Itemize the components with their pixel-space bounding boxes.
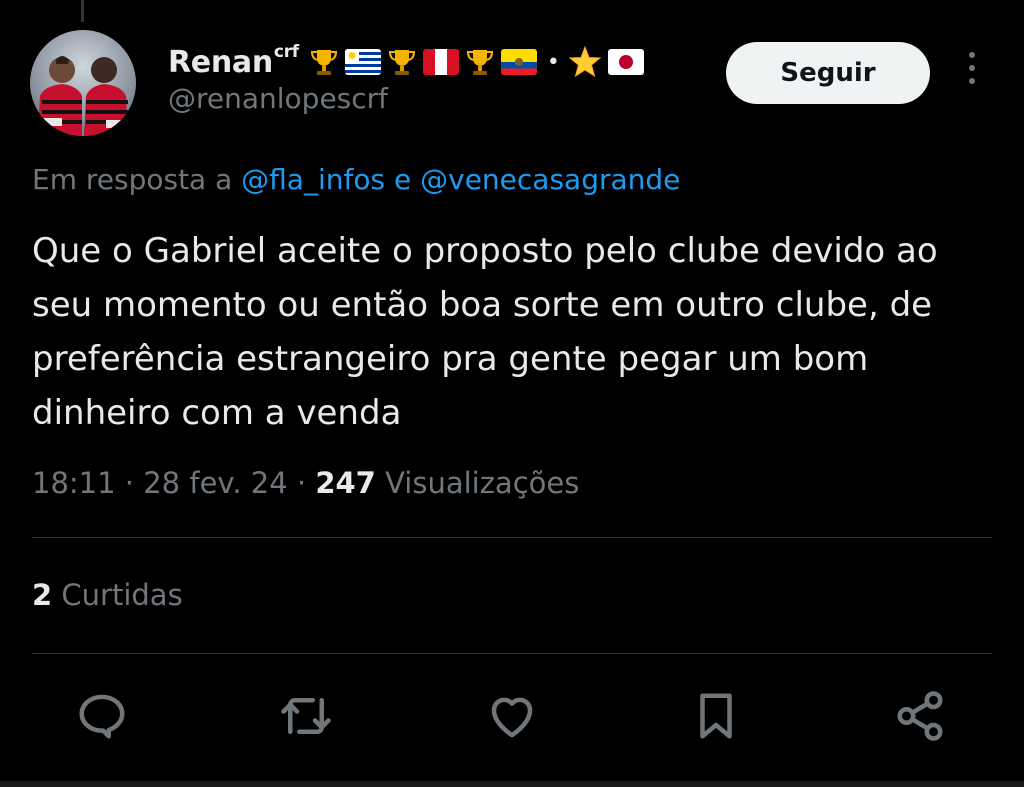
follow-button[interactable]: Seguir	[726, 42, 930, 104]
reply-icon[interactable]	[72, 686, 132, 746]
views-label: Visualizações	[385, 466, 580, 500]
divider	[32, 653, 992, 654]
mention-link-fla-infos[interactable]: @fla_infos	[241, 163, 385, 196]
uruguay-flag-icon	[344, 49, 381, 75]
tweet-date[interactable]: 28 fev. 24	[143, 466, 287, 500]
author-name-row[interactable]: Renan crf •	[168, 40, 650, 84]
author-display-name[interactable]: Renan	[168, 45, 273, 80]
like-icon[interactable]	[482, 686, 542, 746]
more-options-icon[interactable]	[958, 52, 986, 92]
share-icon[interactable]	[890, 686, 950, 746]
thread-connector-line	[81, 0, 84, 22]
views-count: 247	[315, 466, 376, 500]
badge-separator: •	[546, 49, 560, 75]
trophy-icon	[465, 47, 495, 77]
star-icon	[568, 45, 602, 79]
likes-label: Curtidas	[61, 578, 183, 612]
likes-stat[interactable]: 2 Curtidas	[32, 578, 183, 612]
japan-flag-icon	[607, 49, 644, 75]
mention-link-venecasagrande[interactable]: @venecasagrande	[420, 163, 680, 196]
trophy-icon	[387, 47, 417, 77]
reply-context: Em resposta a @fla_infos e @venecasagran…	[32, 163, 680, 196]
peru-flag-icon	[422, 49, 459, 75]
tweet-time[interactable]: 18:11	[32, 466, 116, 500]
meta-separator: ·	[296, 466, 307, 500]
avatar[interactable]	[30, 30, 136, 136]
author-handle[interactable]: @renanlopescrf	[168, 82, 388, 115]
tweet-meta: 18:11 · 28 fev. 24 · 247 Visualizações	[32, 466, 579, 500]
retweet-icon[interactable]	[276, 686, 336, 746]
reply-conjunction: e	[393, 163, 412, 196]
reply-prefix: Em resposta a	[32, 163, 233, 196]
tweet-text: Que o Gabriel aceite o proposto pelo clu…	[32, 231, 938, 433]
bookmark-icon[interactable]	[686, 686, 746, 746]
author-name-suffix: crf	[273, 42, 299, 62]
likes-count: 2	[32, 578, 53, 612]
trophy-icon	[309, 47, 339, 77]
bottom-edge	[0, 781, 1024, 787]
meta-separator: ·	[124, 466, 135, 500]
divider	[32, 537, 992, 538]
ecuador-flag-icon	[500, 49, 537, 75]
